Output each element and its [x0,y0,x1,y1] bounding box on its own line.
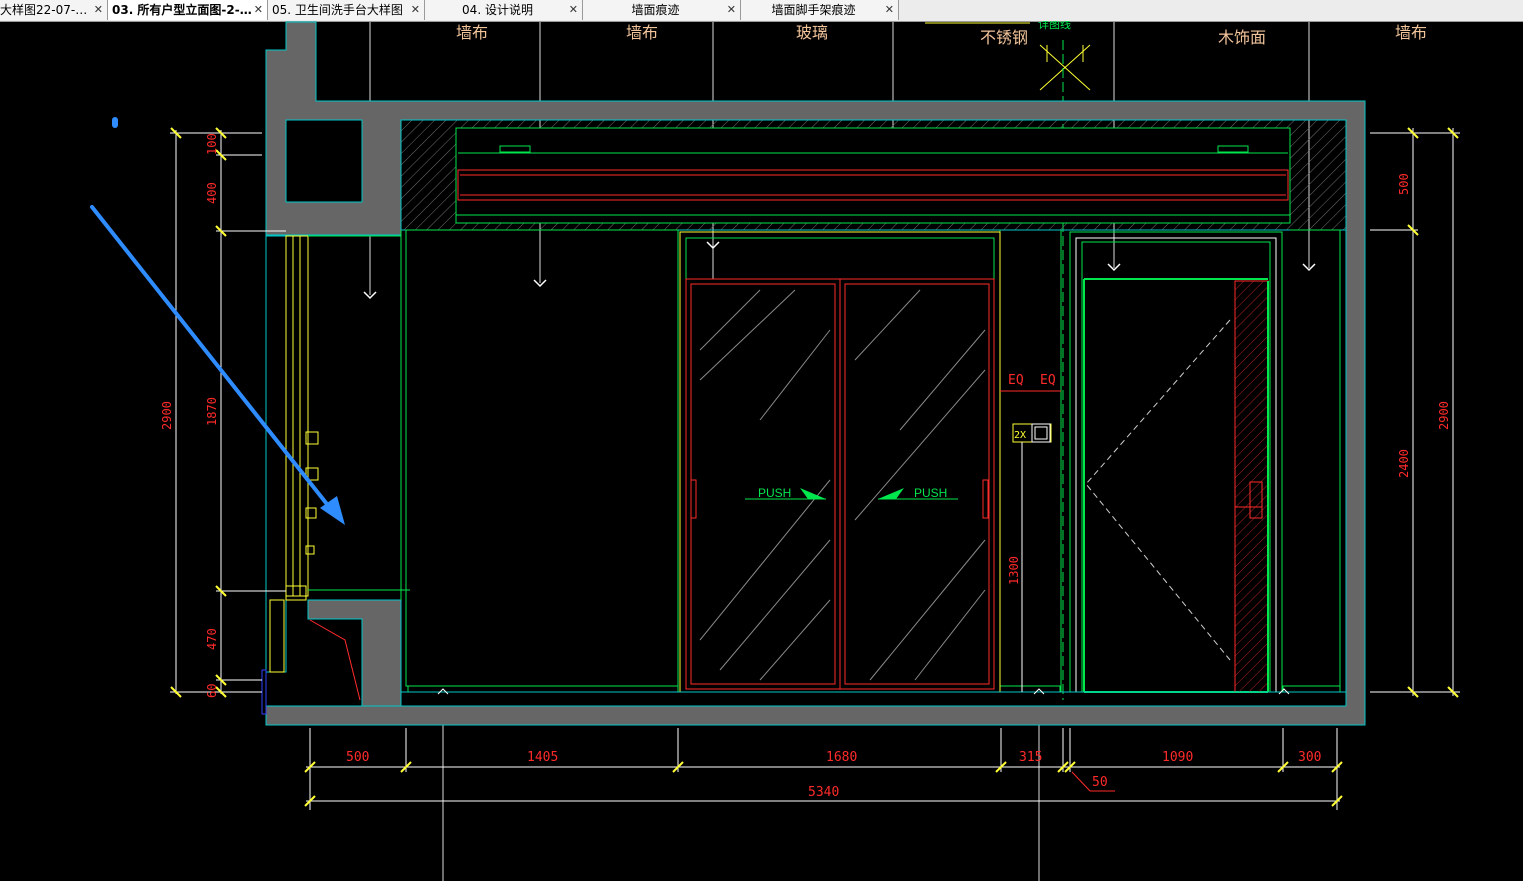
dim-right-2400: 2400 [1397,449,1411,478]
left-wall-cavity [265,235,287,673]
swing-door[interactable] [1069,231,1283,693]
tab-label: 墙面痕迹 [631,3,680,17]
push-label-left: PUSH [758,486,791,500]
tab-bathroom-vanity-detail[interactable]: 05. 卫生间洗手台大样图 ✕ [268,0,425,20]
tab-wall-scaffold-marks[interactable]: 墙面脚手架痕迹 ✕ [741,0,899,20]
dim-left-100: 100 [205,133,219,155]
tab-wall-marks[interactable]: 墙面痕迹 ✕ [583,0,741,20]
tab-label: 04. 设计说明 [462,3,533,17]
tab-all-unit-elevations[interactable]: 03. 所有户型立面图-2-… ✕ [108,0,268,20]
switch-panel: 2X EQ EQ [1000,373,1061,443]
dim-left-400: 400 [205,182,219,204]
label-wallcloth-2: 墙布 [626,23,658,42]
eq-label-left: EQ [1008,373,1024,388]
close-icon[interactable]: ✕ [727,0,736,20]
tab-label: 05. 卫生间洗手台大样图 [272,3,403,17]
label-glass: 玻璃 [796,23,828,42]
label-wallcloth-1: 墙布 [456,23,488,42]
tab-label: 大样图22-07-… [0,3,88,17]
label-wood-veneer: 木饰面 [1218,28,1266,47]
material-labels: 墙布 墙布 玻璃 不锈钢 木饰面 墙布 详图线 [456,21,1427,47]
dim-1300: 1300 [1007,556,1021,585]
dim-1090: 1090 [1162,750,1193,765]
dim-left-60: 60 [205,684,219,698]
dim-500: 500 [346,750,369,765]
tab-design-notes[interactable]: 04. 设计说明 ✕ [425,0,583,20]
dim-1680: 1680 [826,750,857,765]
dim-left-total-2900: 2900 [160,401,174,430]
dim-left-1870: 1870 [205,397,219,426]
dim-right-500: 500 [1397,173,1411,195]
dim-315: 315 [1019,750,1042,765]
label-wallcloth-3: 墙布 [1395,23,1427,42]
eq-label-right: EQ [1040,373,1056,388]
close-icon[interactable]: ✕ [94,0,103,20]
curtain-box [455,127,1291,224]
tab-detail-drawing[interactable]: 大样图22-07-… ✕ [0,0,108,20]
dim-1405: 1405 [527,750,558,765]
dim-50: 50 [1092,775,1108,790]
close-icon[interactable]: ✕ [411,0,420,20]
tab-label: 03. 所有户型立面图-2-… [112,3,251,17]
tab-label: 墙面脚手架痕迹 [771,3,856,17]
document-tab-bar: 大样图22-07-… ✕ 03. 所有户型立面图-2-… ✕ 05. 卫生间洗手… [0,0,1523,22]
top-fragment-label: 详图线 [1038,21,1071,31]
dim-right-total-2900: 2900 [1437,401,1451,430]
dim-total-5340: 5340 [808,785,839,800]
label-stainless-steel: 不锈钢 [980,28,1028,47]
dim-left-470: 470 [205,628,219,650]
push-label-right: PUSH [914,486,947,500]
cad-drawing-canvas[interactable]: 墙布 墙布 玻璃 不锈钢 木饰面 墙布 详图线 PUSH PUSH 2X EQ … [0,21,1523,881]
switch-label: 2X [1014,430,1026,441]
sliding-glass-doors[interactable]: PUSH PUSH [679,231,1001,693]
close-icon[interactable]: ✕ [885,0,894,20]
dim-300: 300 [1298,750,1321,765]
close-icon[interactable]: ✕ [569,0,578,20]
cursor-marker [112,117,118,128]
close-icon[interactable]: ✕ [254,0,263,20]
